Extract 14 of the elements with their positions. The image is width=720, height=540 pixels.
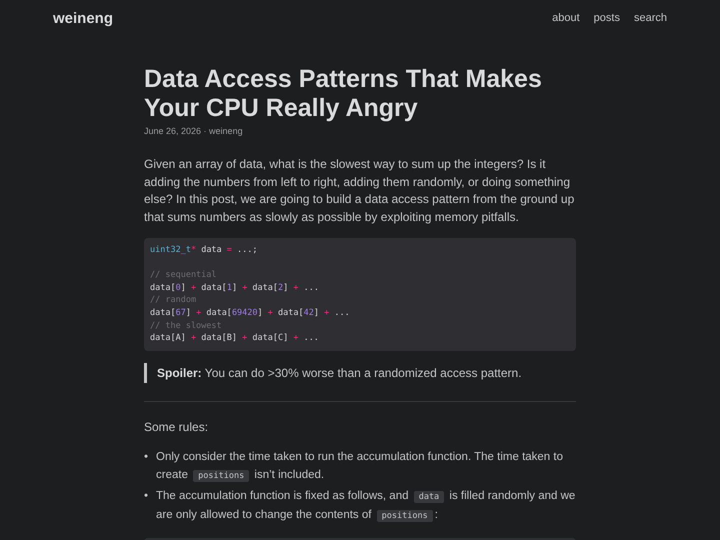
rules-heading: Some rules:	[144, 418, 210, 436]
nav-link[interactable]: posts	[594, 12, 620, 24]
post-meta: June 26, 2026 · weineng	[144, 126, 244, 136]
rule-text: The accumulation function is fixed as follows, and data is filled randomly and we are only allowed to change the contents of positions :	[156, 489, 576, 524]
bullet-marker: •	[144, 489, 150, 504]
nav-link[interactable]: search	[634, 12, 667, 24]
rule-text: Only consider the time taken to run the accumulation function. The time taken to create positions isn’t included.	[156, 450, 564, 484]
spoiler-quote: Spoiler: You can do >30% worse than a randomized access pattern.	[144, 362, 576, 383]
code-block: uint32_t* data = ...; // sequential data[0] + data[1] + data[2] + ... // random data[67] + data[69420] + data[42] + ... // the slowest data[A] + data[B] + data[C] + ...	[144, 238, 576, 351]
site-logo[interactable]: weineng	[53, 10, 114, 26]
nav-link[interactable]: about	[552, 12, 580, 24]
bullet-marker: •	[144, 450, 150, 466]
intro-paragraph: Given an array of data, what is the slowest way to sum up the integers? Is it adding the numbers from left to right, adding them randomly, or doing something else? In this post, we are going to build a data access pattern from the ground up that sums numbers as slowly as possible by exploiting memory pitfalls.	[144, 156, 576, 226]
post-title: Data Access Patterns That Makes Your CPU Really Angry	[144, 65, 543, 123]
